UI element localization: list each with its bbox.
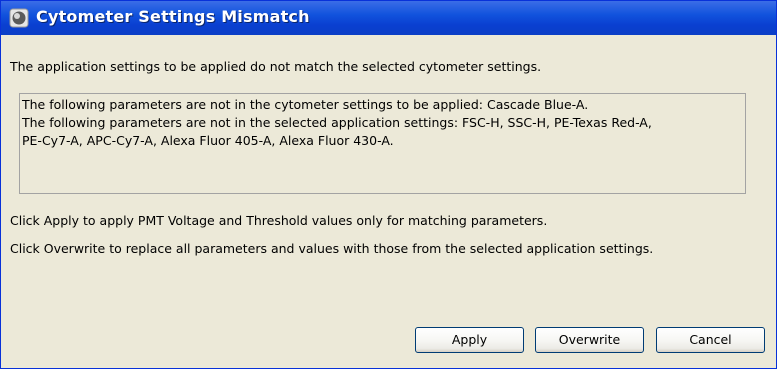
app-window-icon xyxy=(9,8,29,28)
parameter-details-box[interactable]: The following parameters are not in the … xyxy=(19,93,746,194)
dialog-title: Cytometer Settings Mismatch xyxy=(36,7,310,26)
missing-in-application-line: The following parameters are not in the … xyxy=(22,115,652,130)
overwrite-button[interactable]: Overwrite xyxy=(535,327,644,353)
cytometer-settings-mismatch-dialog: Cytometer Settings Mismatch The applicat… xyxy=(0,0,777,369)
missing-in-application-line-cont: PE-Cy7-A, APC-Cy7-A, Alexa Fluor 405-A, … xyxy=(22,133,394,148)
title-bar[interactable]: Cytometer Settings Mismatch xyxy=(1,1,776,35)
apply-hint: Click Apply to apply PMT Voltage and Thr… xyxy=(10,213,548,228)
mismatch-message: The application settings to be applied d… xyxy=(10,59,542,74)
cancel-button[interactable]: Cancel xyxy=(656,327,765,353)
missing-in-cytometer-line: The following parameters are not in the … xyxy=(22,97,589,112)
apply-button[interactable]: Apply xyxy=(415,327,524,353)
overwrite-hint: Click Overwrite to replace all parameter… xyxy=(10,241,654,256)
